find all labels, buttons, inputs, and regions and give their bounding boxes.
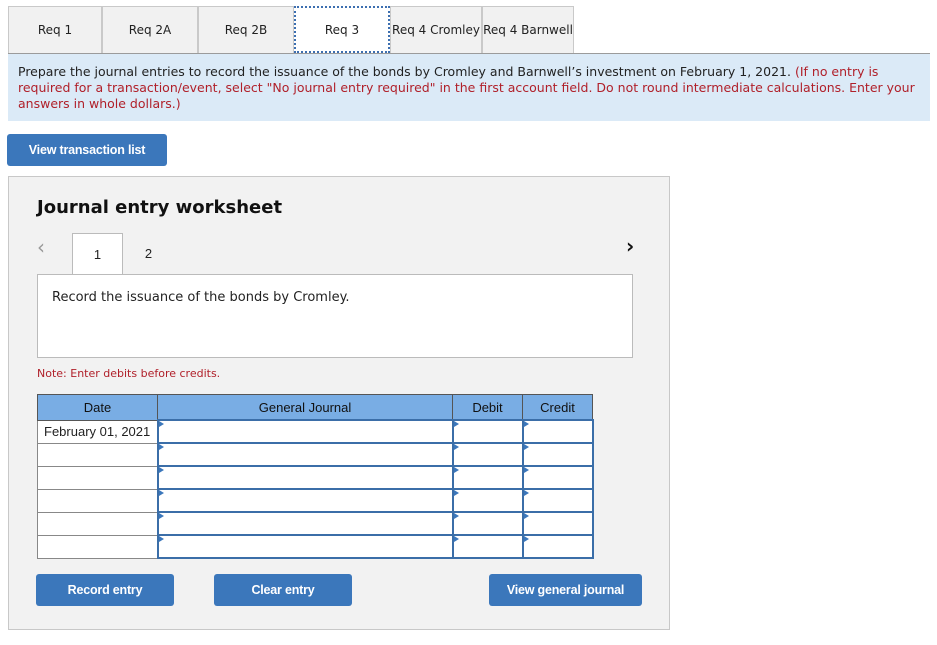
debit-input[interactable] [451, 534, 524, 559]
credit-input[interactable] [521, 419, 594, 444]
account-input[interactable] [156, 534, 454, 559]
view-transaction-list-button[interactable]: View transaction list [7, 134, 167, 166]
entry-description: Record the issuance of the bonds by Crom… [37, 274, 633, 358]
journal-entry-worksheet: Journal entry worksheet ‹ 1 2 › Record t… [8, 176, 670, 630]
debit-input[interactable] [451, 465, 524, 490]
date-cell [37, 488, 158, 513]
chevron-left-icon[interactable]: ‹ [37, 235, 45, 259]
tab-req-1[interactable]: Req 1 [8, 6, 102, 53]
account-input[interactable] [156, 488, 454, 513]
debit-input[interactable] [451, 511, 524, 536]
instructions: Prepare the journal entries to record th… [8, 54, 930, 121]
date-cell [37, 442, 158, 467]
tab-req-2a[interactable]: Req 2A [102, 6, 198, 53]
worksheet-title: Journal entry worksheet [37, 197, 283, 218]
credit-input[interactable] [521, 442, 594, 467]
clear-entry-button[interactable]: Clear entry [214, 574, 352, 606]
instructions-main: Prepare the journal entries to record th… [18, 64, 791, 79]
requirement-tabs: Req 1 Req 2A Req 2B Req 3 Req 4 Cromley … [8, 6, 574, 53]
view-general-journal-button[interactable]: View general journal [489, 574, 642, 606]
credit-input[interactable] [521, 511, 594, 536]
tab-req-3[interactable]: Req 3 [294, 6, 390, 53]
table-row [37, 488, 594, 513]
account-input[interactable] [156, 442, 454, 467]
account-input[interactable] [156, 465, 454, 490]
page-tab-2[interactable]: 2 [123, 233, 174, 274]
debit-input[interactable] [451, 488, 524, 513]
account-input[interactable] [156, 419, 454, 444]
chevron-right-icon[interactable]: › [626, 234, 634, 258]
table-header-row: Date General Journal Debit Credit [37, 394, 593, 421]
tab-req-4-cromley[interactable]: Req 4 Cromley [390, 6, 482, 53]
tab-req-2b[interactable]: Req 2B [198, 6, 294, 53]
date-cell [37, 534, 158, 559]
debit-credit-note: Note: Enter debits before credits. [37, 367, 221, 380]
table-row [37, 442, 594, 467]
tab-req-4-barnwell[interactable]: Req 4 Barnwell [482, 6, 574, 53]
debit-input[interactable] [451, 419, 524, 444]
credit-input[interactable] [521, 465, 594, 490]
header-general-journal: General Journal [157, 394, 453, 421]
date-cell [37, 511, 158, 536]
header-date: Date [37, 394, 158, 421]
debit-input[interactable] [451, 442, 524, 467]
header-debit: Debit [452, 394, 523, 421]
credit-input[interactable] [521, 488, 594, 513]
date-cell [37, 465, 158, 490]
table-row [37, 534, 594, 559]
table-row [37, 465, 594, 490]
header-credit: Credit [522, 394, 593, 421]
page-tab-1[interactable]: 1 [72, 233, 123, 274]
credit-input[interactable] [521, 534, 594, 559]
journal-table: Date General Journal Debit Credit Februa… [37, 394, 594, 559]
date-cell: February 01, 2021 [37, 419, 158, 444]
table-row [37, 511, 594, 536]
account-input[interactable] [156, 511, 454, 536]
record-entry-button[interactable]: Record entry [36, 574, 174, 606]
table-row: February 01, 2021 [37, 419, 594, 444]
